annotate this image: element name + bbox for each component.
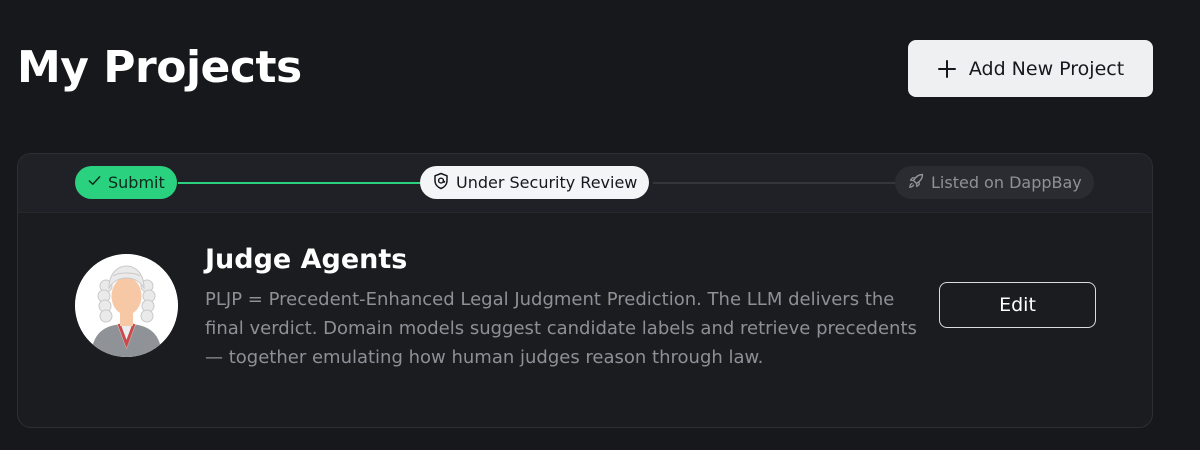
plus-icon — [937, 59, 957, 79]
judge-avatar — [75, 254, 178, 357]
project-name: Judge Agents — [205, 244, 408, 275]
shield-icon — [432, 172, 450, 194]
project-card: Submit Under Security Review Listed on D… — [17, 153, 1153, 428]
status-stepper: Submit Under Security Review Listed on D… — [18, 154, 1152, 213]
progress-line-completed — [178, 182, 443, 184]
rocket-icon — [907, 172, 925, 194]
projects-page: My Projects Add New Project Submit Under… — [0, 0, 1200, 450]
add-new-project-label: Add New Project — [968, 57, 1125, 80]
step-listed-label: Listed on DappBay — [931, 173, 1082, 192]
step-review-label: Under Security Review — [456, 173, 638, 192]
progress-line-pending — [653, 182, 913, 184]
add-new-project-button[interactable]: Add New Project — [908, 40, 1153, 97]
check-icon — [87, 173, 102, 192]
edit-button[interactable]: Edit — [939, 282, 1096, 328]
step-under-security-review: Under Security Review — [420, 166, 650, 199]
step-submit-label: Submit — [108, 173, 165, 192]
page-title: My Projects — [17, 42, 302, 93]
project-description: PLJP = Precedent-Enhanced Legal Judgment… — [205, 289, 917, 368]
step-submit: Submit — [75, 166, 177, 199]
step-listed-on-dappbay: Listed on DappBay — [895, 166, 1094, 199]
